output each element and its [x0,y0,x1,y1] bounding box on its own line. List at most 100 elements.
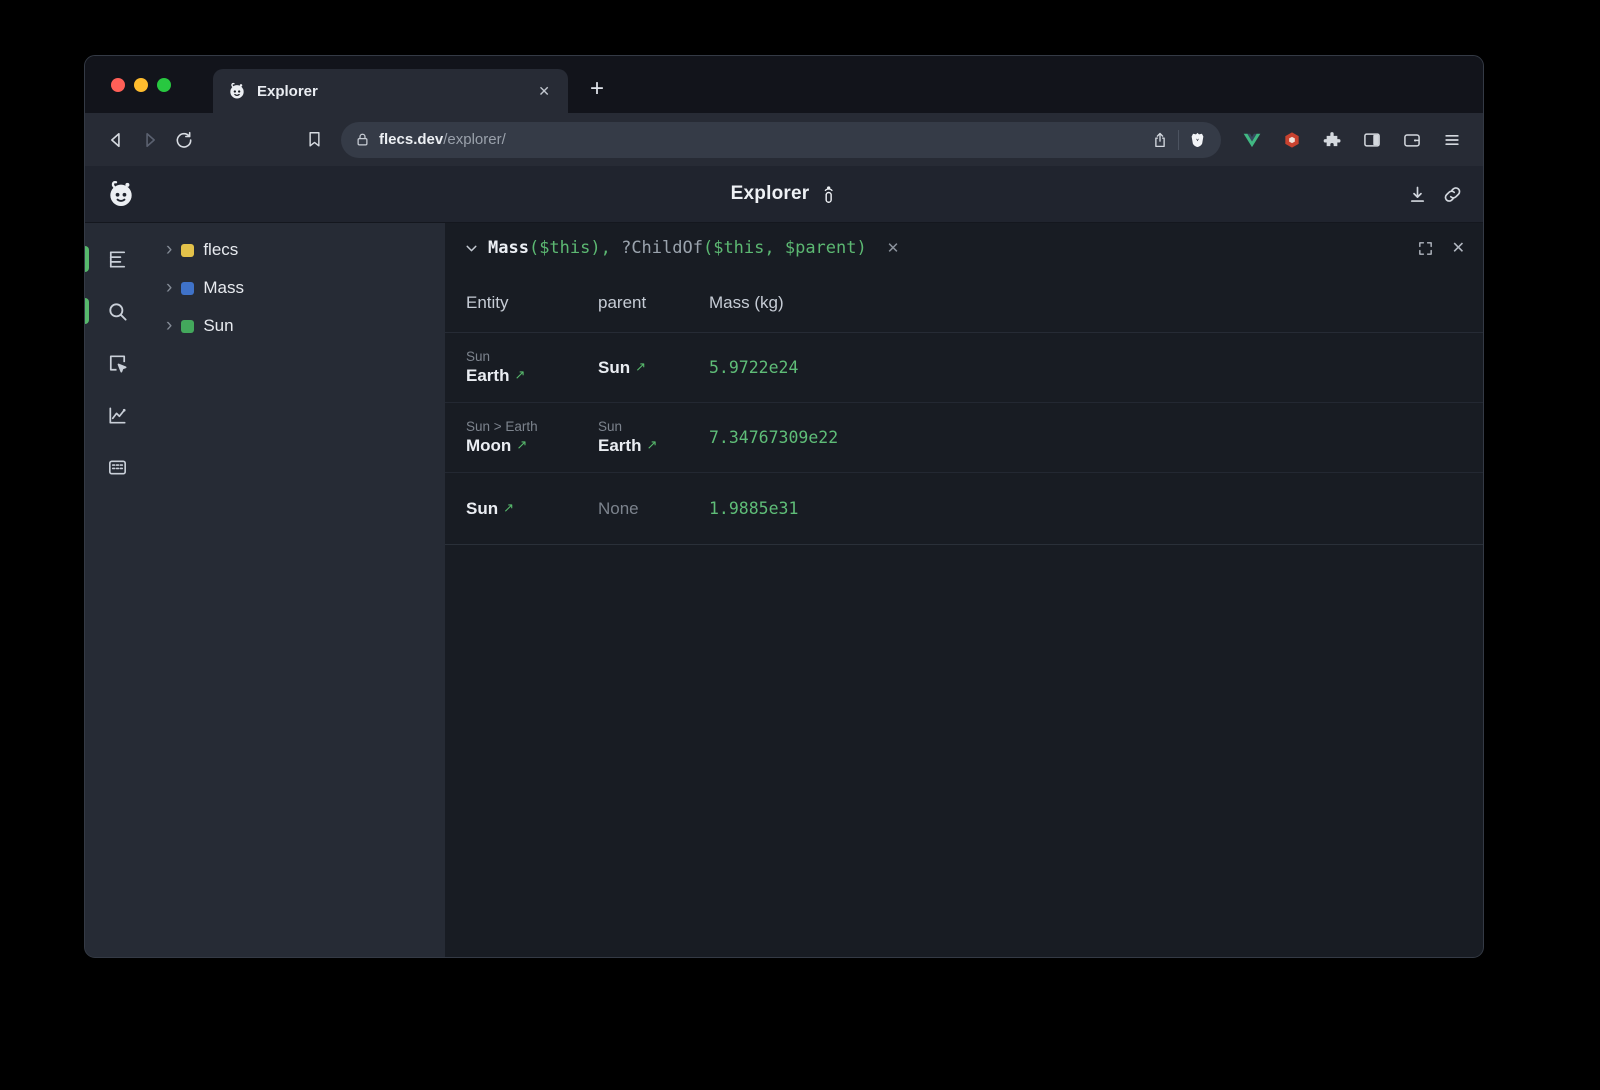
address-bar[interactable]: flecs.dev/explorer/ [341,122,1221,158]
window-zoom-button[interactable] [157,78,171,92]
column-header-parent: parent [598,293,709,313]
permalink-icon[interactable] [1442,184,1463,205]
tree-item-label: Mass [203,278,244,298]
page-title: Explorer [731,183,810,205]
icon-rail [85,223,149,957]
hexagon-extension-icon[interactable] [1275,123,1309,157]
tab-close-button[interactable]: ✕ [534,81,554,102]
parent-none-label: None [598,499,709,519]
expand-chevron-icon[interactable]: › [166,316,172,335]
entity-tree-panel: › flecs › Mass › Sun [149,223,445,957]
forward-button[interactable] [133,123,167,157]
external-link-icon: ↗ [516,437,527,453]
console-icon[interactable] [103,453,131,481]
tree-item-label: flecs [203,240,238,260]
vue-devtools-extension-icon[interactable] [1235,123,1269,157]
tab-explorer[interactable]: Explorer ✕ [213,69,568,113]
url-domain: flecs.dev [379,131,443,148]
results-table-header: Entity parent Mass (kg) [445,273,1483,333]
extensions-puzzle-icon[interactable] [1315,123,1349,157]
parent-name-label: Sun [598,358,630,378]
query-term-component: Mass [488,238,529,258]
expand-chevron-icon[interactable]: › [166,240,172,259]
content-area: › flecs › Mass › Sun Mass($this), ?Chi [85,223,1483,957]
browser-window: Explorer ✕ + flecs.dev/explorer/ [84,55,1484,958]
parent-path: Sun [598,419,709,434]
inspect-icon[interactable] [103,349,131,377]
tree-item-flecs[interactable]: › flecs [149,231,445,269]
query-panel-actions: ✕ [1417,238,1465,258]
entity-tree-icon[interactable] [103,245,131,273]
tab-strip: Explorer ✕ + [85,56,1483,113]
column-header-mass: Mass (kg) [709,293,1483,313]
active-panel-indicator [85,246,89,272]
mass-value: 1.9885e31 [709,499,1483,518]
statistics-chart-icon[interactable] [103,401,131,429]
query-panel: Mass($this), ?ChildOf($this, $parent) ✕ … [445,223,1483,957]
new-tab-button[interactable]: + [584,77,610,105]
entity-name-label: Sun [466,499,498,519]
window-minimize-button[interactable] [134,78,148,92]
entity-color-swatch [181,244,194,257]
column-header-entity: Entity [466,293,598,313]
tree-item-label: Sun [203,316,233,336]
back-button[interactable] [99,123,133,157]
share-icon[interactable] [1151,131,1169,149]
app-header: Explorer [85,166,1483,223]
clear-query-icon[interactable]: ✕ [887,239,900,257]
entity-name-label: Moon [466,436,511,456]
remote-connection-icon [819,184,837,204]
mass-value: 5.9722e24 [709,358,1483,377]
parent-link[interactable]: Sun ↗ [598,358,646,378]
query-expression[interactable]: Mass($this), ?ChildOf($this, $parent) [488,238,867,258]
table-row: Sun > Earth Moon ↗ Sun Earth ↗ 7.34767309e… [445,403,1483,473]
tree-item-mass[interactable]: › Mass [149,269,445,307]
sidebar-toggle-icon[interactable] [1355,123,1389,157]
app-header-actions [1407,184,1463,205]
fullscreen-icon[interactable] [1417,240,1434,257]
extensions-area [1235,123,1469,157]
mass-value: 7.34767309e22 [709,428,1483,447]
bookmark-icon[interactable] [297,123,331,157]
active-panel-indicator [85,298,89,324]
table-row: Sun ↗ None 1.9885e31 [445,473,1483,545]
url-text: flecs.dev/explorer/ [379,131,506,148]
title-group: Explorer [731,183,838,205]
close-panel-icon[interactable]: ✕ [1452,238,1465,258]
tree-item-sun[interactable]: › Sun [149,307,445,345]
tab-title: Explorer [257,83,524,100]
query-term-args: ($this), [529,238,621,258]
traffic-lights [111,78,171,92]
query-term-optional: ?ChildOf [621,238,703,258]
toolbar-divider [1178,130,1179,150]
brave-shields-icon[interactable] [1188,130,1207,149]
external-link-icon: ↗ [646,437,657,453]
entity-link[interactable]: Sun ↗ [466,499,514,519]
entity-name-label: Earth [466,366,509,386]
menu-icon[interactable] [1435,123,1469,157]
download-icon[interactable] [1407,184,1428,205]
external-link-icon: ↗ [635,359,646,375]
parent-link[interactable]: Earth ↗ [598,436,657,456]
table-row: Sun Earth↗ Sun ↗ 5.9722e24 [445,333,1483,403]
query-term-args: ($this, $parent) [703,238,867,258]
entity-path: Sun > Earth [466,419,598,434]
lock-icon[interactable] [355,132,370,147]
flecs-logo-icon[interactable] [105,178,137,210]
entity-link[interactable]: Moon ↗ [466,436,527,456]
entity-color-swatch [181,320,194,333]
wallet-icon[interactable] [1395,123,1429,157]
entity-link[interactable]: Earth↗ [466,366,525,386]
reload-button[interactable] [167,123,201,157]
parent-name-label: Earth [598,436,641,456]
browser-toolbar: flecs.dev/explorer/ [85,113,1483,166]
query-header: Mass($this), ?ChildOf($this, $parent) ✕ … [445,223,1483,273]
url-path: /explorer/ [443,131,506,148]
collapse-chevron-icon[interactable] [463,240,480,257]
expand-chevron-icon[interactable]: › [166,278,172,297]
search-icon[interactable] [103,297,131,325]
entity-path: Sun [466,349,598,364]
window-close-button[interactable] [111,78,125,92]
external-link-icon: ↗ [503,500,514,516]
flecs-favicon-icon [227,81,247,101]
